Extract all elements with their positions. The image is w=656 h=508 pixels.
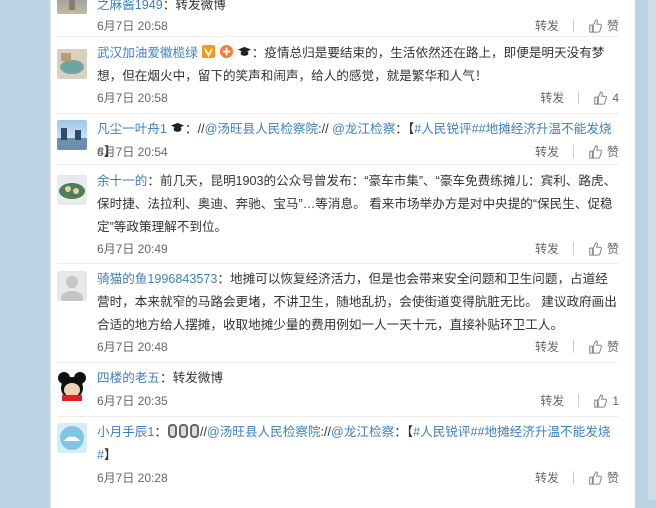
avatar[interactable]: [57, 423, 87, 453]
comment-username[interactable]: 余十一的: [97, 174, 147, 188]
divider: [578, 91, 580, 104]
comment-text-prefix: ：//: [184, 122, 205, 136]
comment-time: 6月7日 20:58: [97, 19, 168, 33]
repost-button[interactable]: 转发: [535, 17, 559, 34]
graduation-cap-icon: [237, 46, 251, 56]
comment-item: 小月手辰1：//@汤旺县人民检察院://@龙江检察：【#人民锐评##地摊经济升温…: [57, 417, 619, 493]
avatar[interactable]: [57, 120, 87, 150]
comment-item: 武汉加油爱徽榄绿 ：疫情总归是要结束的，生活依然还在路上，即便是明天没有梦想，但在…: [57, 37, 619, 114]
microphone-emoji-icon: [189, 424, 199, 438]
comment-time: 6月7日 20:48: [97, 340, 168, 354]
thumbs-up-icon[interactable]: [588, 470, 602, 485]
like-button[interactable]: 赞: [607, 143, 619, 160]
comment-list: 之麻酱1949：转发微博 6月7日 20:58 转发 赞 武汉加油爱徽榄绿 ：疫情…: [50, 0, 635, 508]
like-button[interactable]: 赞: [607, 17, 619, 34]
repost-button[interactable]: 转发: [540, 392, 564, 409]
avatar[interactable]: [57, 371, 87, 401]
comment-time: 6月7日 20:28: [97, 471, 168, 485]
avatar[interactable]: [57, 271, 87, 301]
thumbs-up-icon[interactable]: [593, 90, 608, 105]
bracket-open: ：【: [395, 122, 415, 136]
mention-link[interactable]: @汤旺县人民检察院: [205, 122, 319, 136]
vip-badge-icon: [201, 44, 215, 59]
comment-item: 四楼的老五：转发微博 6月7日 20:35 转发 1: [57, 363, 619, 417]
divider: [572, 242, 574, 255]
avatar[interactable]: [57, 175, 87, 205]
fan-badge-icon: [219, 44, 233, 59]
divider: [578, 394, 580, 407]
comment-separator: ：: [217, 272, 231, 286]
text-separator: ://: [320, 425, 332, 439]
comment-username[interactable]: 小月手辰1: [97, 425, 154, 439]
comment-separator: ：: [159, 371, 173, 385]
like-button[interactable]: 赞: [607, 338, 619, 355]
comment-username[interactable]: 骑猫的鱼1996843573: [97, 272, 217, 286]
like-button[interactable]: 赞: [607, 469, 619, 486]
comment-username[interactable]: 四楼的老五: [97, 371, 160, 385]
comment-username[interactable]: 之麻酱1949: [97, 0, 163, 12]
thumbs-up-icon[interactable]: [593, 393, 608, 408]
microphone-emoji-icon: [178, 424, 188, 438]
comment-separator: ：: [147, 174, 160, 188]
comment-item: 之麻酱1949：转发微博 6月7日 20:58 转发 赞: [57, 0, 619, 37]
topic-link[interactable]: #人民锐评#: [413, 425, 477, 439]
mention-link[interactable]: @龙江检察: [332, 122, 395, 136]
comment-separator: ：: [251, 46, 265, 60]
scrollbar[interactable]: [648, 0, 656, 500]
comment-username[interactable]: 武汉加油爱徽榄绿: [97, 46, 198, 60]
thumbs-up-icon[interactable]: [588, 18, 602, 33]
mention-link[interactable]: @龙江检察: [331, 425, 394, 439]
repost-button[interactable]: 转发: [535, 469, 559, 486]
divider: [572, 19, 574, 32]
bracket-close: 】: [104, 448, 117, 462]
repost-button[interactable]: 转发: [540, 89, 564, 106]
repost-button[interactable]: 转发: [535, 240, 559, 257]
comment-text: 转发微博: [175, 0, 226, 12]
repost-button[interactable]: 转发: [535, 143, 559, 160]
comment-username[interactable]: 凡尘一叶舟1: [97, 122, 167, 136]
like-count[interactable]: 4: [612, 91, 619, 105]
microphone-emoji-icon: [167, 424, 177, 438]
comment-item: 余十一的：前几天，昆明1903的公众号曾发布：“豪车市集”、“豪车免费练摊儿：宾…: [57, 165, 619, 264]
topic-link[interactable]: #人民锐评#: [414, 122, 478, 136]
comment-text: 转发微博: [172, 371, 223, 385]
text-separator: //: [199, 425, 207, 439]
avatar[interactable]: [57, 0, 87, 14]
comment-separator: ：: [162, 0, 176, 12]
comment-text: 前几天，昆明1903的公众号曾发布：“豪车市集”、“豪车免费练摊儿：宾利、路虎、…: [97, 174, 617, 234]
thumbs-up-icon[interactable]: [588, 241, 602, 256]
comment-time: 6月7日 20:35: [97, 394, 168, 408]
like-button[interactable]: 赞: [607, 240, 619, 257]
comment-time: 6月7日 20:58: [97, 91, 168, 105]
divider: [572, 145, 574, 158]
graduation-cap-icon: [170, 122, 185, 132]
comment-time: 6月7日 20:54: [97, 145, 168, 159]
divider: [572, 471, 574, 484]
text-separator: ://: [318, 122, 333, 136]
bracket-open: ：【: [394, 425, 414, 439]
divider: [572, 340, 574, 353]
mention-link[interactable]: @汤旺县人民检察院: [207, 425, 321, 439]
comment-item: 骑猫的鱼1996843573：地摊可以恢复经济活力，但是也会带来安全问题和卫生问…: [57, 264, 619, 363]
comment-text-prefix: ：: [154, 425, 167, 439]
avatar[interactable]: [57, 49, 87, 79]
comment-item: 凡尘一叶舟1 ：//@汤旺县人民检察院:// @龙江检察：【#人民锐评##地摊经济…: [57, 114, 619, 165]
thumbs-up-icon[interactable]: [588, 144, 602, 159]
thumbs-up-icon[interactable]: [588, 339, 602, 354]
like-count[interactable]: 1: [612, 394, 619, 408]
repost-button[interactable]: 转发: [535, 338, 559, 355]
comment-time: 6月7日 20:49: [97, 242, 168, 256]
